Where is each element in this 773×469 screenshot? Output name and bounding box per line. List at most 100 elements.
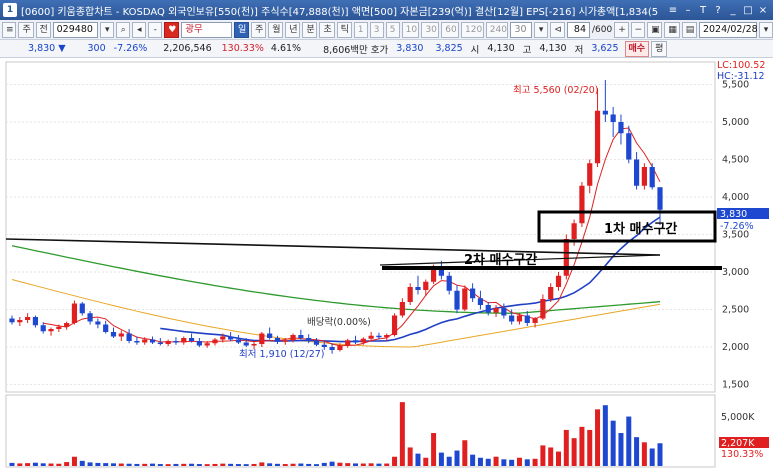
candle-body	[610, 114, 616, 122]
n-value-input[interactable]: 30	[510, 21, 533, 38]
help-icon[interactable]: ?	[712, 4, 724, 17]
volume-bar	[173, 463, 179, 466]
dividend-marker: 배당락(0.00%)	[307, 316, 371, 328]
current-pct-tag: -7.26%	[720, 221, 754, 232]
all-button[interactable]: 전	[35, 21, 51, 38]
candle-body	[196, 341, 202, 346]
stock-code-input[interactable]: 029480	[52, 21, 99, 38]
candle-body	[540, 299, 546, 319]
minute-10-button[interactable]: 10	[401, 21, 420, 38]
candle-body	[321, 344, 327, 347]
candle-body	[345, 340, 351, 346]
period-type-select[interactable]: 주	[18, 21, 34, 38]
candle-body	[243, 342, 249, 346]
candle-body	[251, 344, 257, 346]
volume-bar	[251, 463, 257, 466]
candle-body	[509, 315, 515, 322]
minute-1-button[interactable]: 1	[353, 21, 368, 38]
candle-body	[376, 335, 382, 338]
volume-bar	[79, 460, 85, 466]
volume-bar	[282, 464, 288, 466]
candle-body	[384, 335, 390, 338]
current-price-tag-text: 3,830	[720, 209, 747, 220]
volume-bar	[532, 458, 538, 466]
volume-bar	[438, 452, 444, 466]
minimize-button[interactable]: _	[727, 4, 739, 17]
period-day-button[interactable]: 일	[234, 21, 250, 38]
candle-body	[95, 321, 101, 325]
candle-body	[626, 133, 632, 160]
prev-page-icon[interactable]: ⊲	[550, 21, 565, 38]
code-dropdown-icon[interactable]: ▾	[100, 21, 115, 38]
window-title: [0600] 키움종합차트 - KOSDAQ 외국인보유[550(천)] 주식수…	[21, 6, 659, 18]
volume-bar	[25, 463, 31, 466]
minute-240-button[interactable]: 240	[485, 21, 509, 38]
layout-menu-icon[interactable]: ≡	[667, 4, 679, 17]
date-input[interactable]: 2024/02/28	[698, 21, 758, 38]
volume-bar	[71, 456, 77, 466]
buy-button[interactable]: 매수	[624, 40, 650, 57]
candle-body	[485, 305, 491, 313]
candle-body	[126, 333, 132, 341]
zoom-out-icon[interactable]: −	[630, 21, 646, 38]
calendar-icon[interactable]: ▤	[681, 21, 697, 38]
save-icon[interactable]: ▣	[647, 21, 663, 38]
volume-bar	[360, 463, 366, 466]
candle-body	[649, 167, 655, 188]
candle-body	[149, 339, 156, 343]
speaker-icon[interactable]: ◂	[132, 21, 147, 38]
volume-bar	[196, 464, 202, 466]
grid-icon[interactable]: ▦	[664, 21, 680, 38]
minute-5-button[interactable]: 5	[385, 21, 400, 38]
period-month-button[interactable]: 월	[268, 21, 284, 38]
period-tick-button[interactable]: 틱	[336, 21, 352, 38]
volume-bar	[587, 429, 593, 466]
volume-bar	[181, 463, 187, 466]
open-price: 4,130	[487, 43, 515, 54]
menu-button[interactable]: ≡	[2, 21, 17, 38]
volume-axis-tick: 5,000K	[721, 412, 755, 423]
minute-3-button[interactable]: 3	[369, 21, 384, 38]
search-icon[interactable]: ⌕	[116, 21, 131, 38]
eval-button[interactable]: 평	[651, 40, 668, 57]
zone1-label: 1차 매수구간	[604, 221, 677, 237]
volume-bar	[509, 459, 515, 466]
candlestick-chart[interactable]: 5,5005,0004,5004,0003,5003,0002,5002,000…	[0, 58, 773, 469]
volume-bar	[595, 409, 601, 466]
candle-body	[563, 239, 569, 276]
candle-body	[470, 288, 476, 299]
zoom-in-icon[interactable]: +	[614, 21, 629, 38]
minute-30-button[interactable]: 30	[421, 21, 440, 38]
volume-tag-text: 2,207K	[721, 438, 755, 449]
prev-stock-icon[interactable]: -	[148, 21, 163, 38]
volume-bar	[32, 462, 38, 466]
candle-body	[391, 315, 398, 335]
maximize-button[interactable]: □	[742, 4, 754, 17]
n-value-dropdown-icon[interactable]: ▾	[534, 21, 549, 38]
close-button[interactable]: ×	[757, 4, 769, 17]
candle-body	[17, 320, 23, 323]
period-week-button[interactable]: 주	[251, 21, 267, 38]
favorite-icon[interactable]: ♥	[164, 21, 180, 38]
period-year-button[interactable]: 년	[285, 21, 301, 38]
candle-body	[337, 345, 343, 350]
volume-bar	[415, 453, 421, 466]
period-second-button[interactable]: 초	[319, 21, 335, 38]
compact-icon[interactable]: –	[682, 4, 694, 17]
price-axis-tick: 2,500	[722, 305, 749, 316]
hc-label: HC:-31.12	[717, 71, 765, 82]
minute-60-button[interactable]: 60	[441, 21, 460, 38]
candle-body	[290, 335, 296, 341]
volume-bar	[446, 456, 452, 466]
candle-body	[188, 338, 195, 341]
minute-120-button[interactable]: 120	[461, 21, 484, 38]
display-count-input[interactable]: 84	[566, 21, 590, 38]
candle-body	[9, 318, 15, 323]
text-size-icon[interactable]: T	[697, 4, 709, 17]
chart-toolbar: ≡ 주 전 029480 ▾ ⌕ ◂ - ♥ 광무 일 주 월 년 분 초 틱 …	[0, 20, 773, 40]
date-picker-icon[interactable]: ▾	[758, 21, 773, 38]
candle-body	[134, 341, 140, 343]
period-minute-button[interactable]: 분	[302, 21, 318, 38]
volume-bar	[243, 464, 249, 466]
candle-body	[423, 281, 429, 290]
